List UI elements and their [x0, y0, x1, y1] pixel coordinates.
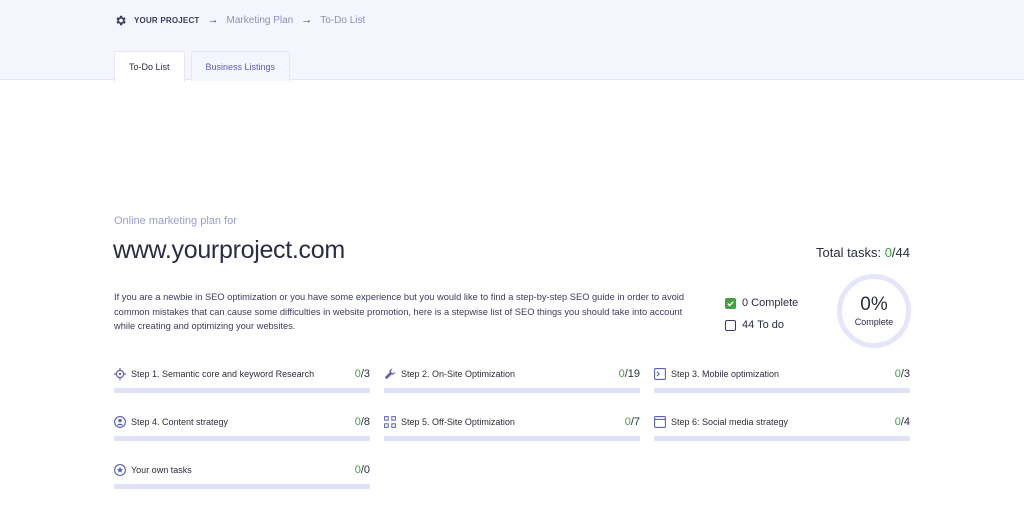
- page-title: www.yourproject.com: [113, 236, 345, 264]
- legend-complete-label: 0 Complete: [742, 297, 799, 309]
- step-label: Step 3. Mobile optimization: [671, 369, 780, 379]
- step-card-1[interactable]: Step 1. Semantic core and keyword Resear…: [114, 366, 370, 396]
- tab-bar: To-Do List Business Listings: [114, 51, 296, 82]
- step-total: /8: [360, 416, 370, 428]
- breadcrumb-root[interactable]: YOUR PROJECT: [134, 16, 200, 25]
- step-card-6[interactable]: Step 6: Social media strategy 0/4: [654, 414, 910, 444]
- step-label: Step 4. Content strategy: [131, 417, 229, 427]
- step-count: 0/19: [619, 368, 640, 380]
- target-icon: [114, 368, 126, 380]
- step-count: 0/3: [895, 368, 910, 380]
- legend-complete: 0 Complete: [725, 296, 798, 310]
- step-label: Step 1. Semantic core and keyword Resear…: [131, 369, 315, 379]
- step-label: Your own tasks: [131, 465, 192, 475]
- breadcrumb-todo-list: To-Do List: [320, 14, 366, 26]
- step-progress-bar: [384, 388, 640, 393]
- wrench-icon: [384, 368, 396, 380]
- step-total: /19: [624, 368, 640, 380]
- breadcrumb-marketing-plan[interactable]: Marketing Plan: [227, 15, 294, 26]
- browser-window-icon: [654, 416, 666, 428]
- step-count: 0/4: [895, 416, 910, 428]
- top-bar: YOUR PROJECT → Marketing Plan → To-Do Li…: [0, 0, 1024, 82]
- user-circle-icon: [114, 416, 126, 428]
- step-progress-bar: [654, 388, 910, 393]
- breadcrumb-arrow: →: [207, 14, 219, 26]
- step-label: Step 6: Social media strategy: [671, 417, 789, 427]
- plan-description: If you are a newbie in SEO optimization …: [114, 292, 685, 331]
- page-subtitle: Online marketing plan for: [114, 215, 237, 227]
- check-icon: [725, 297, 736, 309]
- progress-percent: 0%: [860, 294, 888, 315]
- breadcrumb: YOUR PROJECT → Marketing Plan → To-Do Li…: [114, 12, 365, 28]
- step-label: Step 2. On-Site Optimization: [401, 369, 516, 379]
- step-label: Step 5. Off-Site Optimization: [401, 417, 515, 427]
- star-circle-icon: [114, 464, 126, 476]
- task-legend: 0 Complete 44 To do: [725, 296, 798, 340]
- step-progress-bar: [114, 388, 370, 393]
- breadcrumb-arrow: →: [301, 14, 313, 26]
- gear-icon[interactable]: [114, 14, 127, 27]
- step-card-5[interactable]: Step 5. Off-Site Optimization 0/7: [384, 414, 640, 444]
- step-progress-bar: [384, 436, 640, 441]
- progress-ring: 0% Complete: [837, 274, 911, 348]
- step-total: /7: [630, 416, 640, 428]
- step-card-4[interactable]: Step 4. Content strategy 0/8: [114, 414, 370, 444]
- total-tasks: Total tasks: 0/44: [816, 245, 910, 260]
- legend-todo: 44 To do: [725, 318, 798, 332]
- total-tasks-done: 0: [884, 245, 892, 260]
- step-total: /3: [360, 368, 370, 380]
- link-grid-icon: [384, 416, 396, 428]
- tab-todo-list[interactable]: To-Do List: [114, 51, 185, 82]
- step-count: 0/8: [355, 416, 370, 428]
- step-total: /4: [900, 416, 910, 428]
- step-card-2[interactable]: Step 2. On-Site Optimization 0/19: [384, 366, 640, 396]
- step-card-3[interactable]: Step 3. Mobile optimization 0/3: [654, 366, 910, 396]
- total-tasks-all: /44: [891, 245, 910, 260]
- step-progress-bar: [654, 436, 910, 441]
- progress-caption: Complete: [854, 317, 894, 327]
- step-progress-bar: [114, 436, 370, 441]
- step-count: 0/0: [355, 464, 370, 476]
- tab-business-listings[interactable]: Business Listings: [190, 51, 291, 81]
- step-card-own-tasks[interactable]: Your own tasks 0/0: [114, 462, 370, 492]
- total-tasks-label: Total tasks:: [816, 245, 885, 260]
- step-count: 0/7: [625, 416, 640, 428]
- checkbox-icon: [725, 319, 736, 331]
- step-count: 0/3: [355, 368, 370, 380]
- step-total: /0: [360, 464, 370, 476]
- step-progress-bar: [114, 484, 370, 489]
- legend-todo-label: 44 To do: [742, 319, 785, 331]
- step-total: /3: [900, 368, 910, 380]
- terminal-icon: [654, 368, 666, 380]
